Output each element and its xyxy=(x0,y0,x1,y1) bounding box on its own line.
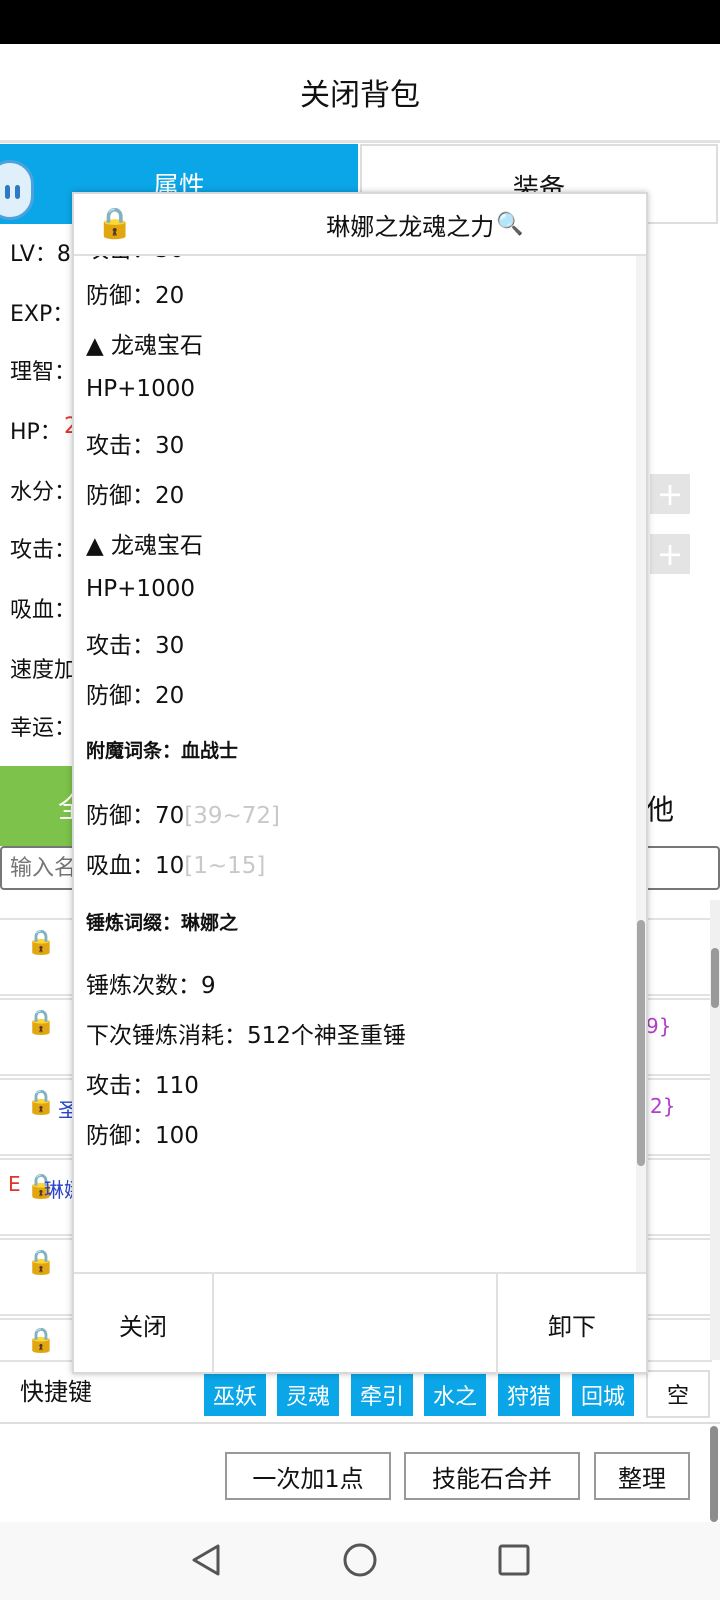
nav-home-icon[interactable] xyxy=(342,1542,378,1578)
popup-line: HP+1000 xyxy=(86,576,195,602)
assistant-eye-icon xyxy=(15,185,20,199)
popup-title-text: 琳娜之龙魂之力 xyxy=(326,212,495,241)
attr-hp: HP： xyxy=(10,420,62,445)
enchant-affix-heading: 附魔词条：血战士 xyxy=(86,740,239,762)
inventory-scrollbar-thumb[interactable] xyxy=(711,948,719,1008)
popup-line: 防御：70[39~72] xyxy=(86,796,280,830)
attr-attack: 攻击： xyxy=(10,538,77,563)
popup-scrollbar-thumb[interactable] xyxy=(637,920,645,1166)
equipped-marker: E xyxy=(8,1172,21,1196)
lock-icon: 🔒 xyxy=(26,1088,56,1116)
header-divider xyxy=(0,140,720,143)
add-attack-button[interactable]: + xyxy=(650,534,690,574)
page-scrollbar-thumb[interactable] xyxy=(710,1426,718,1522)
popup-line: 锤炼次数：9 xyxy=(86,973,216,999)
quick-slot-2[interactable]: 灵魂 xyxy=(277,1374,339,1416)
quick-slot-3[interactable]: 牵引 xyxy=(351,1374,413,1416)
add-one-point-button[interactable]: 一次加1点 xyxy=(225,1452,391,1500)
popup-line: ▲ 龙魂宝石 xyxy=(86,333,203,359)
popup-line-value: 吸血：10 xyxy=(86,853,185,879)
popup-line-value: 防御：70 xyxy=(86,803,185,829)
popup-line: 吸血：10[1~15] xyxy=(86,846,265,880)
status-bar xyxy=(0,0,720,44)
popup-line: 攻击：30 xyxy=(86,433,185,459)
filter-other-label: 他 xyxy=(646,793,675,826)
quickbar-label: 快捷键 xyxy=(20,1378,92,1406)
popup-line: 攻击：30 xyxy=(86,256,184,264)
lock-icon: 🔒 xyxy=(26,1008,56,1036)
assistant-eye-icon xyxy=(5,185,10,199)
popup-header: 🔒 琳娜之龙魂之力 🔍 xyxy=(74,194,646,256)
quick-slot-4[interactable]: 水之 xyxy=(424,1374,486,1416)
popup-line: 防御：20 xyxy=(86,283,185,309)
popup-close-button[interactable]: 关闭 xyxy=(74,1274,214,1374)
popup-footer-spacer xyxy=(214,1274,498,1374)
popup-line-range: [39~72] xyxy=(184,803,281,829)
quick-slot-empty[interactable]: 空 xyxy=(646,1370,710,1418)
system-nav-bar xyxy=(0,1522,720,1600)
inventory-row-suffix: 2} xyxy=(650,1094,676,1118)
item-detail-popup: 🔒 琳娜之龙魂之力🔍 攻击：30 防御：20 ▲ 龙魂宝石 HP+1000 攻击… xyxy=(72,192,648,1374)
attr-speed: 速度加 xyxy=(10,658,77,683)
quick-slot-5[interactable]: 狩猎 xyxy=(498,1374,560,1416)
actions-divider xyxy=(0,1422,720,1424)
lock-icon: 🔒 xyxy=(26,1326,56,1354)
popup-body: 攻击：30 防御：20 ▲ 龙魂宝石 HP+1000 攻击：30 防御：20 ▲… xyxy=(74,256,634,1272)
popup-line: 下次锤炼消耗：512个神圣重锤 xyxy=(86,1023,406,1049)
nav-recents-icon[interactable] xyxy=(496,1542,532,1578)
forge-affix-heading: 锤炼词缀：琳娜之 xyxy=(86,912,239,934)
popup-line: HP+1000 xyxy=(86,376,195,402)
attr-water: 水分： xyxy=(10,480,77,505)
popup-line: 攻击：30 xyxy=(86,633,185,659)
popup-footer: 关闭 卸下 xyxy=(74,1272,646,1374)
quick-slot-6[interactable]: 回城 xyxy=(572,1374,634,1416)
close-bag-button[interactable]: 关闭背包 xyxy=(0,44,720,140)
popup-line: ▲ 龙魂宝石 xyxy=(86,533,203,559)
inventory-row-suffix: 9} xyxy=(646,1014,672,1038)
attr-lifesteal: 吸血： xyxy=(10,598,77,623)
sort-button[interactable]: 整理 xyxy=(594,1452,690,1500)
popup-line: 攻击：110 xyxy=(86,1073,199,1099)
quick-slot-1[interactable]: 巫妖 xyxy=(204,1374,266,1416)
attr-luck: 幸运： xyxy=(10,716,77,741)
popup-line: 防御：20 xyxy=(86,483,185,509)
attr-sanity: 理智： xyxy=(10,360,77,385)
popup-title: 琳娜之龙魂之力 🔍 xyxy=(74,194,646,254)
attr-lv: LV：8 xyxy=(10,242,71,267)
lock-icon: 🔒 xyxy=(26,928,56,956)
nav-back-icon[interactable] xyxy=(188,1542,224,1578)
popup-line-range: [1~15] xyxy=(184,853,266,879)
lock-icon: 🔒 xyxy=(26,1248,56,1276)
attr-exp: EXP： xyxy=(10,302,75,327)
popup-line: 防御：20 xyxy=(86,683,185,709)
merge-skill-stones-button[interactable]: 技能石合并 xyxy=(404,1452,580,1500)
filter-other-button[interactable]: 他 xyxy=(646,766,720,846)
unequip-button[interactable]: 卸下 xyxy=(498,1274,646,1374)
magnifier-icon[interactable]: 🔍 xyxy=(496,212,523,237)
add-water-button[interactable]: + xyxy=(650,474,690,514)
popup-line: 防御：100 xyxy=(86,1123,199,1149)
